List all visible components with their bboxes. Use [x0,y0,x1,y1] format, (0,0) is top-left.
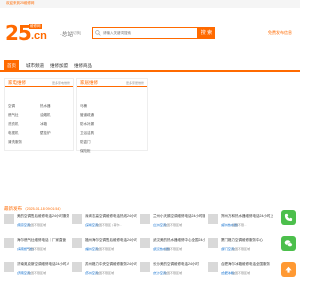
nav-franchise[interactable]: 维修加盟 [50,60,68,72]
wechat-icon [284,240,293,247]
listing-desc: 全国不限区域 [232,247,251,251]
latest-heading: 最新发布 （2025-01-18 09:01:54） [4,206,63,212]
listing-title[interactable]: 美的空调售后维修电话24小时服务中心 [17,214,69,219]
listing-thumbnail [4,238,14,248]
logo-suffix: .cn [31,30,47,42]
listing-card[interactable]: 福州海尔空调售后维修电话24小时上门 [福州空调] 全国不限区域 [72,238,137,260]
listing-card[interactable]: 苏州格力中央空调维修服务24小时 [苏州空调] 全国不限区域 [72,262,137,284]
logo-badge: 维修网 [29,24,42,29]
panel-header: 家居维修 更多家居维修 [77,79,147,87]
listing-title[interactable]: 长沙美的空调维修电话24小时 [153,262,205,267]
latest-date: （2025-01-18 09:01:54） [23,207,63,211]
category-link[interactable]: 管道疏通 [80,113,94,118]
listing-title[interactable]: 厦门格力空调维修服务中心 [221,238,273,243]
category-link[interactable]: 防盗门 [80,140,91,145]
listing-thumbnail [140,238,150,248]
listing-title[interactable]: 济南奥克斯空调维修电话24小时人工服务 [17,262,69,267]
category-link[interactable]: 清洗服务 [8,140,22,145]
listing-thumbnail [72,238,82,248]
listing-thumbnail [208,238,218,248]
nav-products[interactable]: 维修商品 [74,60,92,72]
listing-thumbnail [140,214,150,224]
arrow-up-icon [285,266,292,273]
listing-desc: 全国不限区域 [28,247,47,251]
listing-title[interactable]: 合肥海尔冰箱维修电话全国服务 [221,262,273,267]
panel-more-link[interactable]: 更多家电维修 [52,81,70,85]
category-link[interactable]: 壁挂炉 [40,131,51,136]
category-link[interactable]: 热水器 [40,104,51,109]
listing-desc: 全国不限区域 [164,271,183,275]
search-button[interactable]: 搜 索 [198,27,215,39]
home-repair-panel: 家居维修 更多家居维修 马桶 管道疏通 防水补漏 卫浴洁具 防盗门 保险柜 [76,78,148,154]
listing-thumbnail [140,262,150,272]
listing-desc: 全国不限区域 [164,247,183,251]
listing-card[interactable]: 郑州万和热水器维修电话24小时上门 | 官方 [郑州热水器] 全国不限... [208,214,273,236]
top-bar: 欢迎来到25维修网 [0,0,300,8]
wechat-float-button[interactable] [281,236,296,251]
main-nav: 首页 城市频道 维修加盟 维修商品 [0,60,300,72]
category-link[interactable]: 电视机 [8,131,19,136]
listing-desc: 全国不限区域 [164,223,183,227]
listing-desc: 全国不限区域 [232,271,251,275]
search-input[interactable] [103,31,193,35]
listing-card[interactable]: 长沙美的空调维修电话24小时 [长沙空调] 全国不限区域 [140,262,204,284]
category-link[interactable]: 卫浴洁具 [80,131,94,136]
listing-card[interactable]: 合肥海尔冰箱维修电话全国服务 [合肥冰箱] 全国不限区域 [208,262,272,284]
listing-card[interactable]: 厦门格力空调维修服务中心 [厦门空调] 全国不限区域 [208,238,272,260]
panel-more-link[interactable]: 更多家居维修 [126,81,144,85]
listing-thumbnail [72,214,82,224]
listing-thumbnail [4,262,14,272]
panel-header: 家电维修 更多家电维修 [5,79,73,87]
listing-desc: 全国不限区域 [96,271,115,275]
listing-card[interactable]: 济南奥克斯空调维修电话24小时人工服务 [济南空调] 全国不限区域 [4,262,69,284]
panel-title[interactable]: 家居维修 [80,80,98,86]
listing-card[interactable]: 美的空调售后维修电话24小时服务中心 [南京空调] 全国不限区域 [4,214,69,236]
listing-title[interactable]: 兰州小天鹅空调维修电话24小时服务 [153,214,205,219]
category-link[interactable]: 防水补漏 [80,122,94,127]
listing-thumbnail [4,214,14,224]
phone-float-button[interactable] [281,210,296,225]
category-link[interactable]: 油烟机 [40,113,51,118]
phone-icon [284,213,293,222]
listing-thumbnail [208,262,218,272]
category-link[interactable]: 冰箱 [40,122,47,127]
listing-title[interactable]: 苏州格力中央空调维修服务24小时 [85,262,137,267]
listing-card[interactable]: 海尔燃气灶维修电话｜厂家直营 [海南燃气灶] 全国不限区域 [4,238,68,260]
listing-title[interactable]: 福州海尔空调售后维修电话24小时上门 [85,238,137,243]
nav-home[interactable]: 首页 [4,60,19,72]
site-logo[interactable]: 25 维修网 .cn [5,22,57,44]
listing-desc: 全国不限区域 [28,271,47,275]
back-to-top-button[interactable] [281,262,296,277]
appliance-repair-panel: 家电维修 更多家电维修 空调 热水器 燃气灶 油烟机 洗衣机 冰箱 电视机 壁挂… [4,78,74,151]
listing-title[interactable]: 海尔燃气灶维修电话｜厂家直营 [17,238,69,243]
listing-desc: 全国不限... [232,223,247,227]
city-switch-link[interactable]: [切换] [72,31,81,36]
listing-title[interactable]: 郑州万和热水器维修电话24小时上门 | 官方 [221,214,273,219]
listing-card[interactable]: 武汉美的热水器维修中心全国24小时 [武汉热水器] 全国不限区域 [140,238,205,260]
category-link[interactable]: 马桶 [80,104,87,109]
listing-thumbnail [208,214,218,224]
panel-title[interactable]: 家电维修 [8,80,26,86]
listing-card[interactable]: 兰州小天鹅空调维修电话24小时服务 [兰州空调] 全国不限区域 [140,214,205,236]
listing-desc: 全国不限区域 [96,247,115,251]
listing-desc: 全国不限区域 [28,223,47,227]
listing-card[interactable]: 深圳志高空调维修电话热线24小时上门服务中心 [深圳空调] 全国不限区 | 荷尔… [72,214,137,236]
listing-thumbnail [72,262,82,272]
welcome-text: 欢迎来到25维修网 [6,1,35,5]
category-link[interactable]: 保险柜 [80,149,91,154]
latest-title: 最新发布 [4,206,22,211]
city-name: ·总站 [60,32,73,38]
publish-button[interactable]: 免费发布信息 [268,30,292,36]
listing-title[interactable]: 深圳志高空调维修电话热线24小时上门服务中心 [85,214,137,219]
category-link[interactable]: 洗衣机 [8,122,19,127]
category-link[interactable]: 燃气灶 [8,113,19,118]
listing-desc: 全国不限区 | 荷尔... [96,223,122,227]
nav-city[interactable]: 城市频道 [26,60,44,72]
logo-number: 25 [5,21,32,45]
category-link[interactable]: 空调 [8,104,15,109]
search-icon [95,30,101,36]
listing-title[interactable]: 武汉美的热水器维修中心全国24小时 [153,238,205,243]
search-bar [92,27,198,39]
